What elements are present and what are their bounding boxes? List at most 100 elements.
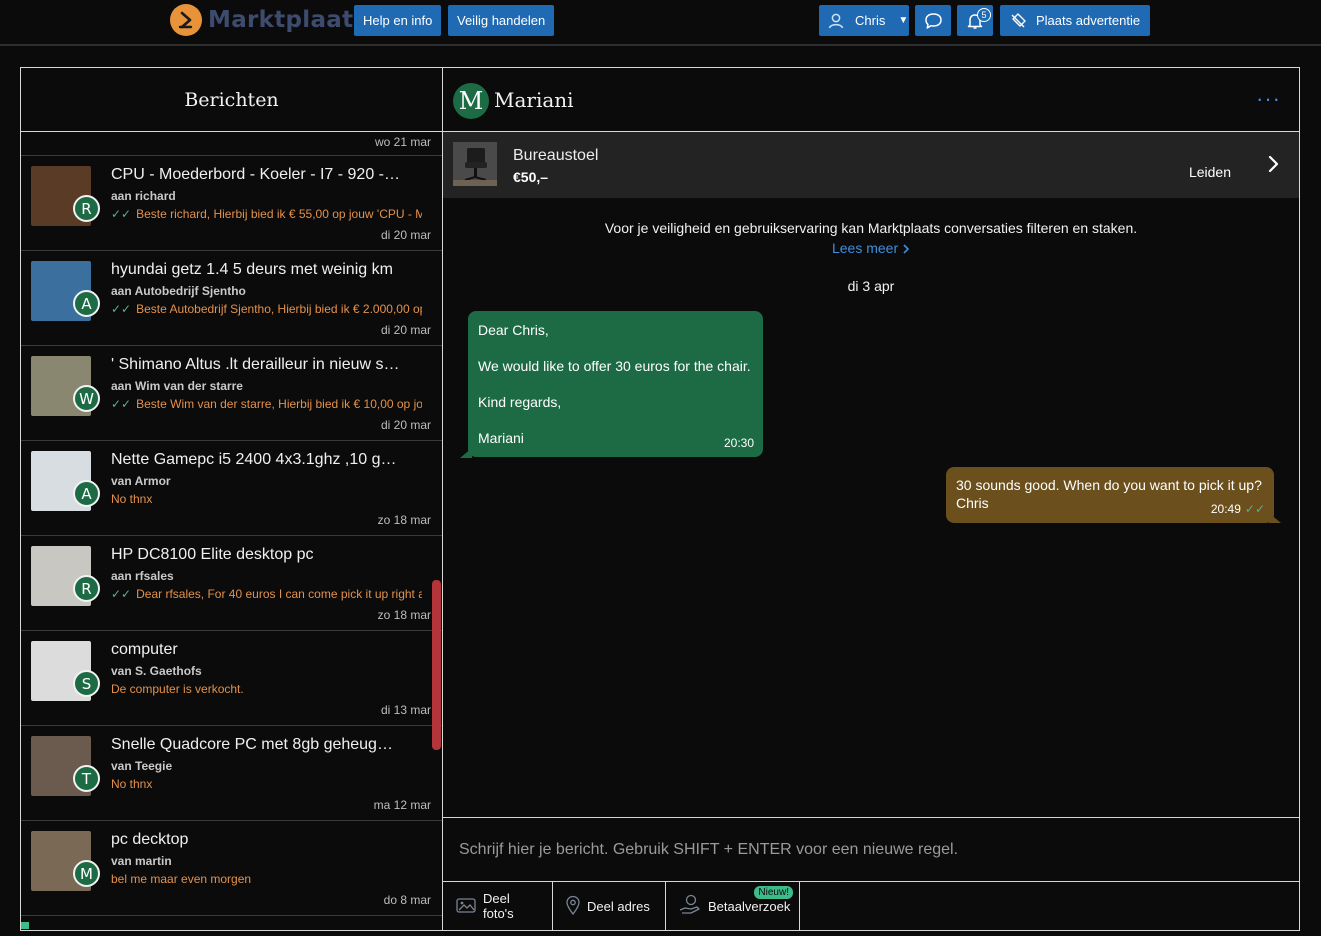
chevron-right-icon <box>902 240 910 256</box>
message-preview: bel me maar even morgen <box>111 872 422 886</box>
new-badge: Nieuw! <box>754 886 793 899</box>
unread-indicator <box>21 922 29 929</box>
message-preview-text: No thnx <box>111 777 153 791</box>
conversation-date: di 20 mar <box>380 418 431 432</box>
message-input[interactable] <box>443 818 1299 881</box>
message-time: 20:49 <box>1210 502 1241 516</box>
conversation-title: computer <box>111 641 178 658</box>
composer-toolbar: Deel foto's Deel adres Betaalverzoek Nie… <box>443 882 800 930</box>
notifications-button[interactable]: 5 <box>957 5 993 36</box>
scrollbar-thumb[interactable] <box>432 580 441 750</box>
conversation-title: Nette Gamepc i5 2400 4x3.1ghz ,10 gb … <box>111 451 401 468</box>
conversation-title: HP DC8100 Elite desktop pc <box>111 546 314 563</box>
avatar: A <box>73 480 100 507</box>
message-preview: ✓✓ Beste Autobedrijf Sjentho, Hierbij bie… <box>111 302 422 316</box>
logo-text: Marktplaats <box>208 7 368 33</box>
read-check-icon: ✓✓ <box>111 207 132 221</box>
user-icon <box>827 12 845 30</box>
bubble-tail <box>1269 513 1281 523</box>
conversation-header: M Mariani ··· <box>443 68 1299 132</box>
conversation-list-item[interactable]: Ahyundai getz 1.4 5 deurs met weinig km a… <box>21 251 442 346</box>
message-line: Kind regards, <box>478 394 562 410</box>
message-preview-text: Beste Autobedrijf Sjentho, Hierbij bied … <box>136 302 422 316</box>
conversation-date: di 20 mar <box>380 323 431 337</box>
read-check-icon: ✓✓ <box>111 587 132 601</box>
ad-title: Bureaustoel <box>513 147 599 164</box>
message-preview: No thnx <box>111 777 422 791</box>
conversation-recipient: van S. Gaethofs <box>111 664 202 678</box>
messages-button[interactable] <box>915 5 951 36</box>
conversation-recipient: aan Wim van der starre <box>111 379 243 393</box>
payment-request-button[interactable]: Betaalverzoek Nieuw! <box>666 882 800 930</box>
share-address-button[interactable]: Deel adres <box>553 882 666 930</box>
avatar: M <box>453 83 489 119</box>
chevron-right-icon[interactable] <box>1267 154 1281 179</box>
share-address-label: Deel adres <box>587 898 650 914</box>
day-separator: di 3 apr <box>847 278 895 294</box>
conversation-list-item[interactable]: Mpc decktop van martin bel me maar even mo… <box>21 821 442 916</box>
conversation-title: Snelle Quadcore PC met 8gb geheugen … <box>111 736 401 753</box>
read-check-icon: ✓✓ <box>1244 502 1265 516</box>
conversation-title: ' Shimano Altus .lt derailleur in nieuw … <box>111 356 401 373</box>
share-photos-label: Deel foto's <box>483 891 514 921</box>
chat-icon <box>924 12 943 30</box>
safe-trading-button[interactable]: Veilig handelen <box>448 5 555 36</box>
conversation-list-item[interactable]: R HP DC8100 Elite desktop pc aan rfsales ✓✓… <box>21 536 442 631</box>
message-preview-text: bel me maar even morgen <box>111 872 252 886</box>
conversation-list-item[interactable]: Scomputer van S. Gaethofs De computer is v… <box>21 631 442 726</box>
conversation-list-item[interactable]: R CPU - Moederbord - Koeler - I7 - 920 - … <box>21 156 442 251</box>
ad-summary-bar[interactable]: Bureaustoel €50,– Leiden <box>443 132 1299 198</box>
location-pin-icon <box>565 895 581 918</box>
conversation-title: pc decktop <box>111 831 189 848</box>
message-time: 20:30 <box>723 436 754 450</box>
read-check-icon: ✓✓ <box>111 397 132 411</box>
ad-thumbnail <box>453 142 497 186</box>
conversation-recipient: van Armor <box>111 474 171 488</box>
conversation-recipient: aan rfsales <box>111 569 174 583</box>
conversation-recipient: van martin <box>111 854 172 868</box>
marktplaats-logo[interactable]: Marktplaats <box>170 4 367 36</box>
avatar: A <box>73 290 100 317</box>
conversation-date: zo 18 mar <box>377 608 431 622</box>
message-line: Dear Chris, <box>478 322 549 338</box>
place-ad-button[interactable]: Plaats advertentie <box>1000 5 1150 36</box>
payment-request-label: Betaalverzoek <box>708 898 791 914</box>
conversation-pane: M Mariani ··· Bureaustoel €50,– Leiden V… <box>443 68 1299 930</box>
avatar: W <box>73 385 100 412</box>
message-line: Mariani <box>478 430 524 446</box>
conversation-list-pane: Berichten wo 21 mar R CPU - Moederbord - … <box>21 68 442 930</box>
help-button[interactable]: Help en info <box>354 5 442 36</box>
message-preview: ✓✓ Beste richard, Hierbij bied ik € 55,00… <box>111 207 422 221</box>
conversation-date: ma 12 mar <box>373 798 431 812</box>
message-preview-text: Beste Wim van der starre, Hierbij bied i… <box>136 397 422 411</box>
read-more-label: Lees meer <box>831 240 899 256</box>
message-line: 30 sounds good. When do you want to pick… <box>956 477 1262 493</box>
conversation-recipient: aan Autobedrijf Sjentho <box>111 284 246 298</box>
conversation-list-item[interactable]: T Snelle Quadcore PC met 8gb geheugen … va… <box>21 726 442 821</box>
message-preview: ✓✓ Dear rfsales, For 40 euros I can come … <box>111 587 422 601</box>
message-preview: De computer is verkocht. <box>111 682 422 696</box>
conversation-list-item[interactable]: W ' Shimano Altus .lt derailleur in nieuw… <box>21 346 442 441</box>
avatar: R <box>73 195 100 222</box>
more-options-icon[interactable]: ··· <box>1256 88 1281 110</box>
payment-hand-icon <box>678 894 702 919</box>
conversation-date: di 13 mar <box>380 703 431 717</box>
conversation-list-item[interactable]: A Nette Gamepc i5 2400 4x3.1ghz ,10 gb … v… <box>21 441 442 536</box>
ad-location: Leiden <box>1188 164 1231 180</box>
conversation-list[interactable]: wo 21 mar R CPU - Moederbord - Koeler - I… <box>21 132 442 929</box>
conversation-date: do 8 mar <box>383 893 431 907</box>
safety-notice: Voor je veiligheid en gebruikservaring k… <box>604 220 1138 236</box>
avatar: M <box>73 860 100 887</box>
message-preview-text: Dear rfsales, For 40 euros I can come pi… <box>136 587 422 601</box>
user-menu-button[interactable]: Chris ▼ <box>819 5 909 36</box>
conversation-date: zo 18 mar <box>377 513 431 527</box>
conversation-title: hyundai getz 1.4 5 deurs met weinig km <box>111 261 393 278</box>
message-line: We would like to offer 30 euros for the … <box>478 358 751 374</box>
share-photos-button[interactable]: Deel foto's <box>443 882 553 930</box>
read-more-link[interactable]: Lees meer <box>443 240 1299 256</box>
message-preview-text: Beste richard, Hierbij bied ik € 55,00 o… <box>136 207 422 221</box>
message-status: 20:49 ✓✓ <box>1211 500 1265 518</box>
caret-down-icon: ▼ <box>898 15 909 26</box>
avatar: R <box>73 575 100 602</box>
conversation-recipient: aan richard <box>111 189 176 203</box>
